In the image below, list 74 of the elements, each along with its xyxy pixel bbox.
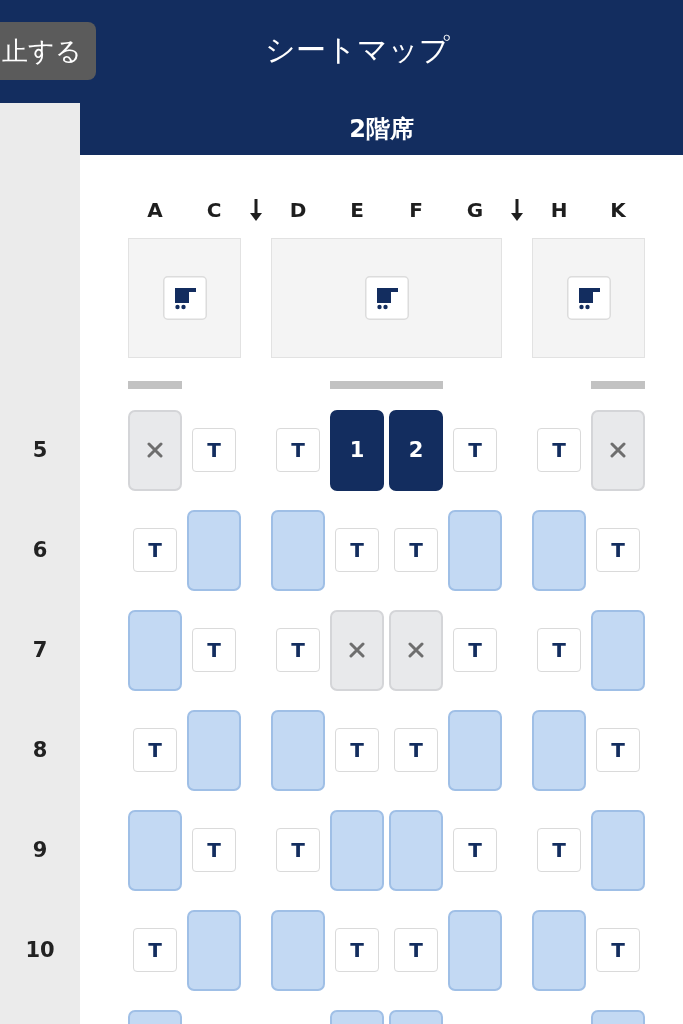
row-number: 8 (32, 738, 48, 762)
cart-icon (162, 276, 207, 320)
seat-marker: T (394, 728, 438, 772)
seat[interactable] (271, 509, 325, 591)
seat[interactable] (448, 709, 502, 791)
cross-icon (349, 642, 365, 658)
seat[interactable] (591, 809, 645, 891)
seat-marker: T (133, 528, 177, 572)
seat[interactable] (532, 909, 586, 991)
seat-marker: T (335, 528, 379, 572)
column-letter: F (409, 197, 423, 224)
seat[interactable] (448, 909, 502, 991)
seat-marker: T (276, 828, 320, 872)
column-letter: D (289, 197, 307, 224)
cross-icon (408, 642, 424, 658)
seat[interactable] (591, 609, 645, 691)
selected-seat[interactable]: 1 (330, 409, 384, 491)
taken-seat[interactable] (330, 609, 384, 691)
seat-marker: T (192, 428, 236, 472)
down-arrow-icon (511, 199, 523, 221)
taken-seat[interactable] (128, 409, 182, 491)
taken-seat[interactable] (389, 609, 443, 691)
seat[interactable] (330, 809, 384, 891)
seat-marker: T (192, 628, 236, 672)
selected-seat[interactable]: 2 (389, 409, 443, 491)
seat-marker: T (133, 928, 177, 972)
seat-marker: T (453, 628, 497, 672)
seat-marker: T (192, 828, 236, 872)
down-arrow-icon (250, 199, 262, 221)
seat-marker: T (133, 728, 177, 772)
row-number: 10 (25, 938, 55, 962)
deck-title: 2階席 (80, 103, 683, 155)
seat[interactable] (448, 509, 502, 591)
column-letter: C (206, 197, 222, 224)
seat-marker: T (596, 928, 640, 972)
seat-marker: T (537, 828, 581, 872)
seat-marker: T (596, 528, 640, 572)
seat-marker: T (453, 828, 497, 872)
row-number: 6 (32, 538, 48, 562)
seat-marker: T (394, 928, 438, 972)
seat[interactable] (128, 609, 182, 691)
seat-marker: T (276, 428, 320, 472)
seat-marker: T (394, 528, 438, 572)
cross-icon (610, 442, 626, 458)
seat[interactable] (271, 709, 325, 791)
column-letter: E (350, 197, 364, 224)
cart-icon (364, 276, 409, 320)
seat-marker: T (537, 428, 581, 472)
column-letter: H (550, 197, 568, 224)
row-number: 5 (32, 438, 48, 462)
seat-marker: T (335, 728, 379, 772)
cross-icon (147, 442, 163, 458)
seat[interactable] (532, 509, 586, 591)
page-title: シートマップ (265, 31, 450, 69)
seat[interactable] (187, 709, 241, 791)
seat-marker: T (453, 428, 497, 472)
column-letter: G (466, 197, 484, 224)
seat-marker: T (335, 928, 379, 972)
seat[interactable] (187, 509, 241, 591)
seat[interactable] (128, 809, 182, 891)
row-number: 9 (32, 838, 48, 862)
cart-icon (566, 276, 611, 320)
seat-marker: T (596, 728, 640, 772)
taken-seat[interactable] (591, 409, 645, 491)
cancel-button[interactable]: 止する (0, 22, 96, 80)
seat[interactable] (271, 909, 325, 991)
seat-marker: T (537, 628, 581, 672)
row-number: 7 (32, 638, 48, 662)
seat-marker: T (276, 628, 320, 672)
column-letter: A (147, 197, 163, 224)
seat[interactable] (532, 709, 586, 791)
seat[interactable] (187, 909, 241, 991)
seat[interactable] (389, 809, 443, 891)
column-letter: K (610, 197, 626, 224)
